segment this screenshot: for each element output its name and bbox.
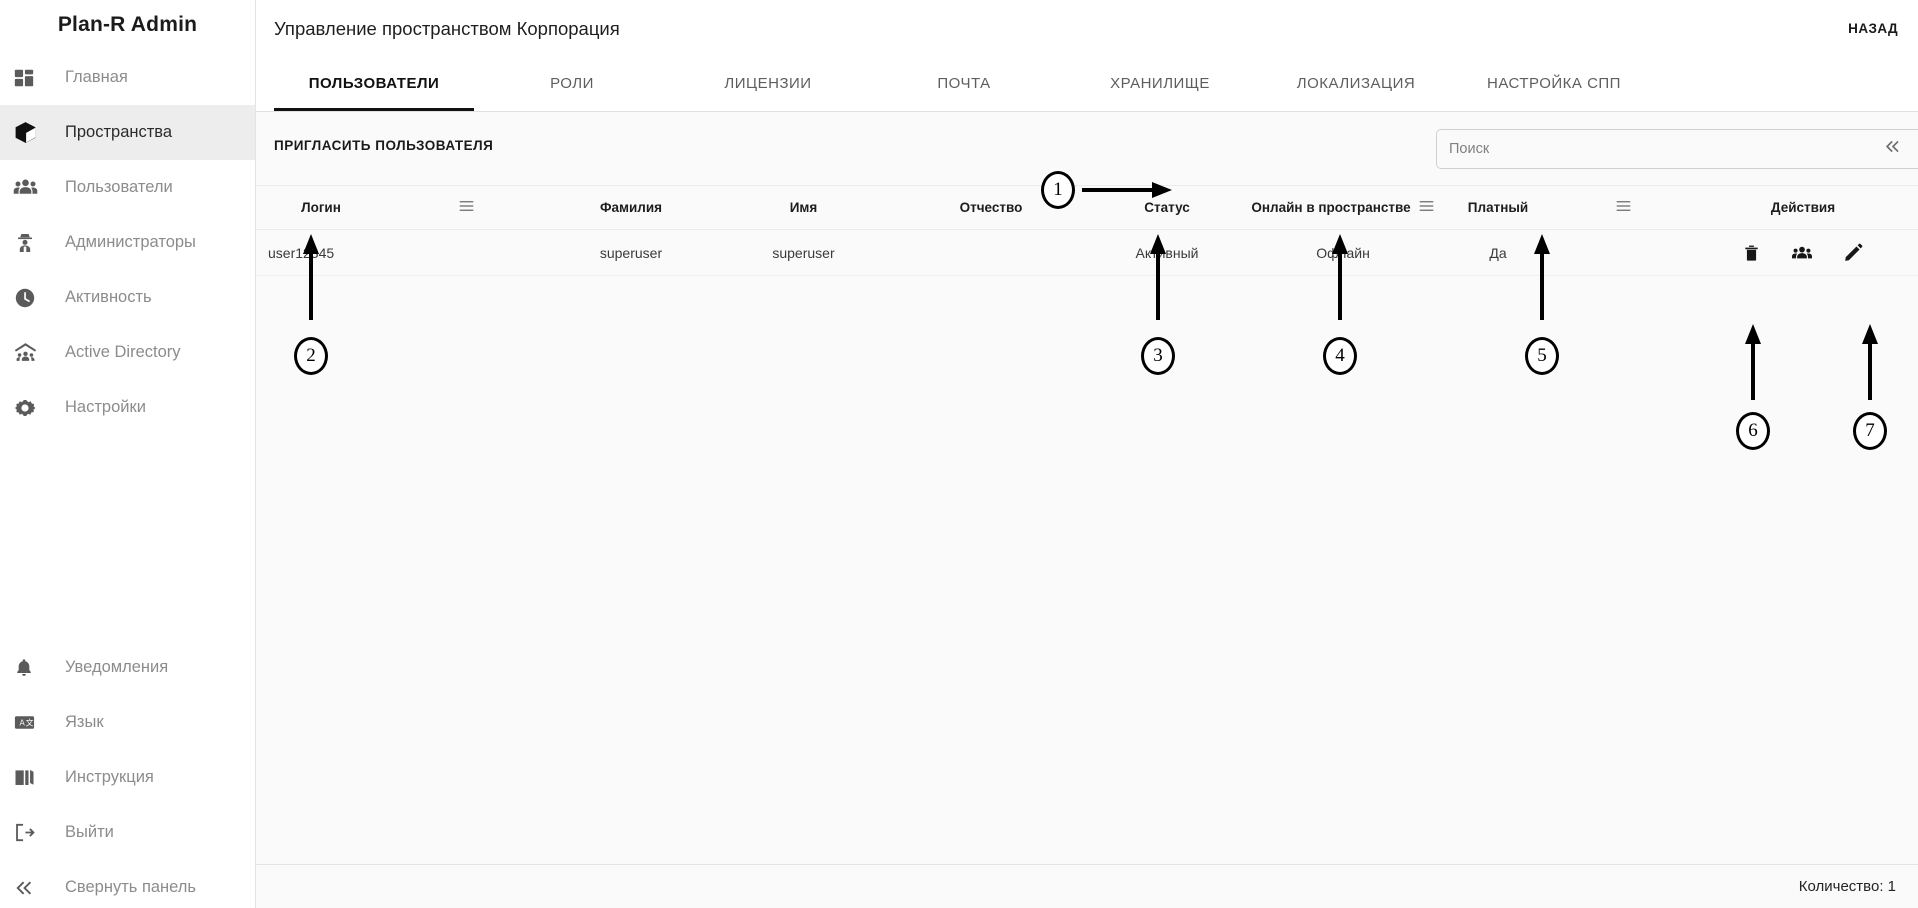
annotation-badge-7: 7 — [1853, 412, 1887, 450]
sidebar-item-label: Администраторы — [65, 233, 196, 251]
translate-icon: A 文 — [13, 708, 49, 738]
column-header-surname[interactable]: Фамилия — [546, 186, 716, 230]
sidebar-item-home[interactable]: Главная — [0, 50, 255, 105]
main-content: Управление пространством Корпорация НАЗА… — [256, 0, 1918, 908]
column-header-status[interactable]: Статус — [1091, 186, 1243, 230]
column-header-login[interactable]: Логин — [256, 186, 386, 230]
tab-spp-settings[interactable]: НАСТРОЙКА СПП — [1454, 55, 1654, 111]
edit-icon[interactable] — [1843, 242, 1864, 263]
sidebar-item-label: Выйти — [65, 823, 114, 841]
cell-surname: superuser — [599, 244, 663, 261]
tab-storage[interactable]: ХРАНИЛИЩЕ — [1062, 55, 1258, 111]
search-input[interactable] — [1436, 129, 1918, 169]
tab-users[interactable]: ПОЛЬЗОВАТЕЛИ — [274, 55, 474, 111]
column-sort-handle-1[interactable] — [386, 186, 546, 230]
column-header-actions: Действия — [1770, 200, 1836, 215]
cell-spacer-1 — [386, 230, 546, 276]
sidebar-item-active-directory[interactable]: Active Directory — [0, 325, 255, 380]
sidebar-item-label: Инструкция — [65, 768, 154, 786]
cell-name: superuser — [772, 244, 835, 261]
tab-licenses[interactable]: ЛИЦЕНЗИИ — [670, 55, 866, 111]
hamburger-sort-icon[interactable] — [1418, 199, 1435, 216]
page-title: Управление пространством Корпорация — [274, 18, 620, 39]
table-row[interactable]: user12345 superuser superuser Активный О… — [256, 230, 1918, 276]
hamburger-sort-icon[interactable] — [458, 199, 475, 216]
cell-middlename — [891, 230, 1091, 276]
sidebar-item-label: Свернуть панель — [65, 878, 197, 896]
table-footer: Количество: 1 — [256, 864, 1918, 908]
tab-mail[interactable]: ПОЧТА — [866, 55, 1062, 111]
cube-icon — [13, 118, 49, 148]
invite-user-button[interactable]: ПРИГЛАСИТЬ ПОЛЬЗОВАТЕЛЯ — [274, 138, 493, 153]
sidebar-item-manual[interactable]: Инструкция — [0, 750, 255, 805]
record-count-label: Количество: 1 — [1798, 878, 1896, 895]
annotation-badge-3: 3 — [1141, 337, 1175, 375]
cell-actions — [1693, 230, 1913, 276]
sidebar-item-label: Активность — [65, 288, 152, 306]
back-button[interactable]: НАЗАД — [1848, 21, 1898, 36]
clock-icon — [13, 283, 49, 313]
annotation-badge-5: 5 — [1525, 337, 1559, 375]
sidebar-secondary-nav: Уведомления A 文 Язык Инструкция Выйти Св… — [0, 640, 255, 908]
sidebar-item-logout[interactable]: Выйти — [0, 805, 255, 860]
sidebar-item-label: Язык — [65, 713, 104, 731]
app-root: Plan-R Admin Главная Пространства Пользо… — [0, 0, 1918, 908]
table-header-row: Логин Фамилия Имя Отчество Статус Онлайн… — [256, 186, 1918, 230]
svg-text:文: 文 — [26, 717, 34, 727]
sidebar-primary-nav: Главная Пространства Пользователи Админи… — [0, 50, 255, 435]
bell-icon — [13, 653, 49, 683]
sidebar-item-label: Главная — [65, 68, 128, 86]
members-icon[interactable] — [1791, 242, 1813, 264]
cell-paid: Да — [1489, 244, 1507, 261]
svg-text:A: A — [20, 718, 26, 727]
search-field-wrapper — [1436, 129, 1918, 169]
sidebar-item-label: Уведомления — [65, 658, 169, 676]
dashboard-icon — [13, 63, 49, 93]
annotation-badge-4: 4 — [1323, 337, 1357, 375]
column-header-paid[interactable]: Платный — [1443, 186, 1553, 230]
admin-detective-icon — [13, 228, 49, 258]
sidebar-item-label: Пространства — [65, 123, 173, 141]
delete-icon[interactable] — [1742, 242, 1761, 264]
column-sort-handle-2[interactable] — [1553, 186, 1693, 230]
tab-roles[interactable]: РОЛИ — [474, 55, 670, 111]
chevron-double-left-icon — [13, 873, 49, 903]
sidebar-item-activity[interactable]: Активность — [0, 270, 255, 325]
directory-house-icon — [13, 338, 49, 368]
tab-localization[interactable]: ЛОКАЛИЗАЦИЯ — [1258, 55, 1454, 111]
sidebar-item-notifications[interactable]: Уведомления — [0, 640, 255, 695]
cell-online: Офлайн — [1316, 244, 1370, 261]
sidebar-item-users[interactable]: Пользователи — [0, 160, 255, 215]
annotation-badge-1: 1 — [1041, 171, 1075, 209]
sidebar-item-label: Active Directory — [65, 343, 181, 361]
tab-bar: ПОЛЬЗОВАТЕЛИ РОЛИ ЛИЦЕНЗИИ ПОЧТА ХРАНИЛИ… — [256, 55, 1918, 111]
sidebar-item-label: Настройки — [65, 398, 146, 416]
annotation-badge-6: 6 — [1736, 412, 1770, 450]
gear-icon — [13, 393, 49, 423]
sidebar-item-spaces[interactable]: Пространства — [0, 105, 255, 160]
users-icon — [13, 173, 49, 203]
users-table: Логин Фамилия Имя Отчество Статус Онлайн… — [256, 186, 1918, 864]
column-header-online-label: Онлайн в пространстве — [1251, 200, 1411, 215]
sidebar-collapse-panel-button[interactable]: Свернуть панель — [0, 860, 255, 908]
sidebar-item-settings[interactable]: Настройки — [0, 380, 255, 435]
hamburger-sort-icon[interactable] — [1615, 199, 1632, 216]
cell-status: Активный — [1135, 244, 1199, 261]
sidebar-item-language[interactable]: A 文 Язык — [0, 695, 255, 750]
cell-login: user12345 — [268, 244, 335, 261]
table-toolbar: ПРИГЛАСИТЬ ПОЛЬЗОВАТЕЛЯ — [256, 112, 1918, 186]
logout-icon — [13, 818, 49, 848]
sidebar: Plan-R Admin Главная Пространства Пользо… — [0, 0, 256, 908]
app-brand-title: Plan-R Admin — [57, 13, 198, 36]
sidebar-item-label: Пользователи — [65, 178, 173, 196]
top-bar: Управление пространством Корпорация НАЗА… — [256, 0, 1918, 112]
column-header-online[interactable]: Онлайн в пространстве — [1243, 186, 1443, 230]
cell-spacer-2 — [1553, 230, 1693, 276]
annotation-badge-2: 2 — [294, 337, 328, 375]
book-icon — [13, 763, 49, 793]
column-header-name[interactable]: Имя — [716, 186, 891, 230]
collapse-sidepanel-button[interactable] — [1883, 137, 1902, 159]
sidebar-item-administrators[interactable]: Администраторы — [0, 215, 255, 270]
